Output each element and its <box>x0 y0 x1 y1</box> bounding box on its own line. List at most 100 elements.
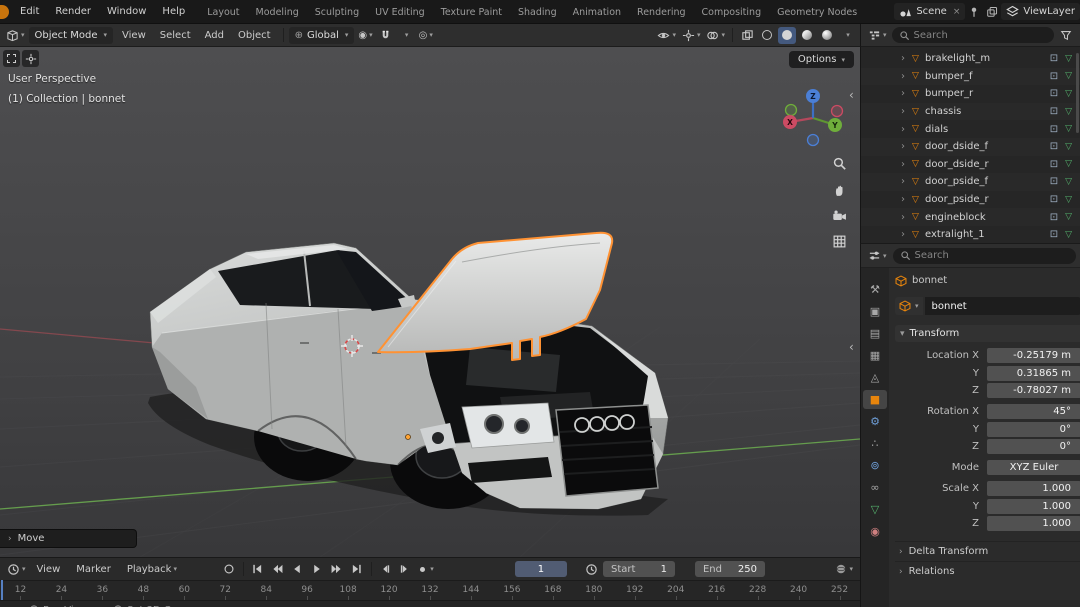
outliner-row[interactable]: › ▽ engineblock ⊡ ▽ <box>861 208 1080 226</box>
workspace-tab[interactable]: Modeling <box>248 2 307 23</box>
viewport-visibility-icon[interactable]: ⊡ <box>1050 194 1058 205</box>
viewport-visibility-icon[interactable]: ⊡ <box>1050 71 1058 82</box>
mesh-data-icon[interactable]: ▽ <box>1065 89 1072 99</box>
tab-constraints[interactable]: ∞ <box>863 478 887 497</box>
outliner-filter-button[interactable] <box>1057 27 1075 44</box>
object-name[interactable]: extralight_1 <box>925 229 1050 240</box>
mesh-data-icon[interactable]: ▽ <box>1065 142 1072 152</box>
workspace-tab[interactable]: Geometry Nodes <box>769 2 865 23</box>
timeline-menu-playback[interactable]: Playback▾ <box>120 564 184 575</box>
outliner-search-input[interactable] <box>914 30 1047 41</box>
axis-neg-x-ball[interactable] <box>832 106 843 117</box>
ortho-toggle-button[interactable] <box>828 230 850 252</box>
object-name[interactable]: brakelight_m <box>925 53 1050 64</box>
id-browse-button[interactable]: ▾ <box>895 297 923 315</box>
tab-modifiers[interactable]: ⚙ <box>863 412 887 431</box>
tab-render[interactable]: ▣ <box>863 302 887 321</box>
number-field[interactable]: 1.000 <box>987 481 1080 496</box>
zoom-button[interactable] <box>828 152 850 174</box>
workspace-tab[interactable]: Rendering <box>629 2 694 23</box>
editor-type-button[interactable]: ▾ <box>4 27 27 44</box>
object-name[interactable]: engineblock <box>925 212 1050 223</box>
axis-neg-z-ball[interactable] <box>808 135 819 146</box>
mesh-data-icon[interactable]: ▽ <box>1065 124 1072 134</box>
tab-particles[interactable]: ∴ <box>863 434 887 453</box>
tool-select-box-button[interactable] <box>3 50 20 67</box>
mesh-data-icon[interactable]: ▽ <box>1065 107 1072 117</box>
orientation-dropdown[interactable]: ⊕Global▾ <box>289 27 355 44</box>
use-preview-range-button[interactable] <box>583 561 601 578</box>
outliner-row[interactable]: › ▽ door_pside_r ⊡ ▽ <box>861 191 1080 209</box>
expand-chevron-icon[interactable]: › <box>901 176 912 187</box>
step-back-button[interactable] <box>376 561 395 578</box>
frame-start-field[interactable]: Start 1 <box>603 561 675 577</box>
camera-view-button[interactable] <box>828 204 850 226</box>
expand-chevron-icon[interactable]: › <box>901 53 912 64</box>
frame-end-field[interactable]: End 250 <box>695 561 765 577</box>
number-field[interactable]: 0° <box>987 422 1080 437</box>
mesh-data-icon[interactable]: ▽ <box>1065 54 1072 64</box>
timeline-sync-dropdown[interactable]: ▾ <box>833 561 855 578</box>
number-field[interactable]: -0.25179 m <box>987 348 1080 363</box>
blender-logo-icon[interactable] <box>0 5 9 19</box>
outliner-row[interactable]: › ▽ dials ⊡ ▽ <box>861 120 1080 138</box>
outliner-row[interactable]: › ▽ door_dside_r ⊡ ▽ <box>861 156 1080 174</box>
object-name[interactable]: bumper_r <box>925 88 1050 99</box>
viewport-visibility-icon[interactable]: ⊡ <box>1050 176 1058 187</box>
prev-keyframe-button[interactable] <box>268 561 287 578</box>
keying-set-dropdown[interactable]: ▾ <box>416 561 435 578</box>
operator-panel[interactable]: › Move <box>0 529 137 548</box>
tab-object[interactable]: ■ <box>863 390 887 409</box>
tab-view-layer[interactable]: ▦ <box>863 346 887 365</box>
workspace-tab[interactable]: UV Editing <box>367 2 433 23</box>
menu-item[interactable]: Window <box>99 0 154 23</box>
properties-search-input[interactable] <box>915 250 1069 261</box>
outliner-row[interactable]: › ▽ bumper_f ⊡ ▽ <box>861 68 1080 86</box>
pan-button[interactable] <box>828 178 850 200</box>
expand-chevron-icon[interactable]: › <box>901 88 912 99</box>
outliner-row[interactable]: › ▽ extralight_1 ⊡ ▽ <box>861 226 1080 243</box>
viewport-menu-item[interactable]: Add <box>198 30 231 41</box>
expand-chevron-icon[interactable]: › <box>901 229 912 240</box>
object-name[interactable]: door_dside_r <box>925 159 1050 170</box>
viewport-visibility-icon[interactable]: ⊡ <box>1050 141 1058 152</box>
viewport-menu-item[interactable]: Select <box>153 30 198 41</box>
panel-toggle-chevron-top[interactable]: ‹ <box>849 89 854 101</box>
proportional-edit-toggle[interactable]: ◎▾ <box>417 27 435 44</box>
navigation-gizmo[interactable]: X Y Z <box>778 83 848 153</box>
mesh-data-icon[interactable]: ▽ <box>1065 195 1072 205</box>
properties-search[interactable] <box>893 248 1076 264</box>
outliner-editor-button[interactable]: ▾ <box>866 27 889 44</box>
viewport-visibility-icon[interactable]: ⊡ <box>1050 229 1058 240</box>
axis-neg-y-ball[interactable] <box>786 105 797 116</box>
play-button[interactable] <box>308 561 327 578</box>
collapsed-section-header[interactable]: › Relations <box>895 561 1080 581</box>
panel-toggle-chevron-mid[interactable]: ‹ <box>849 341 854 353</box>
expand-chevron-icon[interactable]: › <box>901 212 912 223</box>
step-forward-button[interactable] <box>396 561 415 578</box>
number-field[interactable]: 1.000 <box>987 516 1080 531</box>
viewport-canvas[interactable] <box>0 47 860 557</box>
tab-material[interactable]: ◉ <box>863 522 887 541</box>
outliner-scrollbar[interactable] <box>1076 53 1079 133</box>
mesh-data-icon[interactable]: ▽ <box>1065 212 1072 222</box>
menu-item[interactable]: Render <box>47 0 99 23</box>
object-name[interactable]: dials <box>925 124 1050 135</box>
object-name[interactable]: door_dside_f <box>925 141 1050 152</box>
workspace-tab[interactable]: Compositing <box>694 2 770 23</box>
timeline-ruler[interactable]: 1224364860728496108120132144156168180192… <box>0 580 860 600</box>
object-name-field[interactable]: bonnet <box>925 297 1080 315</box>
shading-solid-button[interactable] <box>778 27 796 44</box>
playhead[interactable] <box>1 580 3 600</box>
shading-rendered-button[interactable] <box>818 27 836 44</box>
outliner-search[interactable] <box>892 27 1054 43</box>
jump-to-end-button[interactable] <box>348 561 367 578</box>
properties-editor-button[interactable]: ▾ <box>866 247 889 264</box>
workspace-tab[interactable]: Texture Paint <box>433 2 510 23</box>
workspace-tab[interactable]: Animation <box>565 2 629 23</box>
options-button[interactable]: Options▾ <box>789 51 854 68</box>
shading-material-button[interactable] <box>798 27 816 44</box>
object-name[interactable]: door_pside_f <box>925 176 1050 187</box>
number-field[interactable]: -0.78027 m <box>987 383 1080 398</box>
outliner-row[interactable]: › ▽ chassis ⊡ ▽ <box>861 103 1080 121</box>
